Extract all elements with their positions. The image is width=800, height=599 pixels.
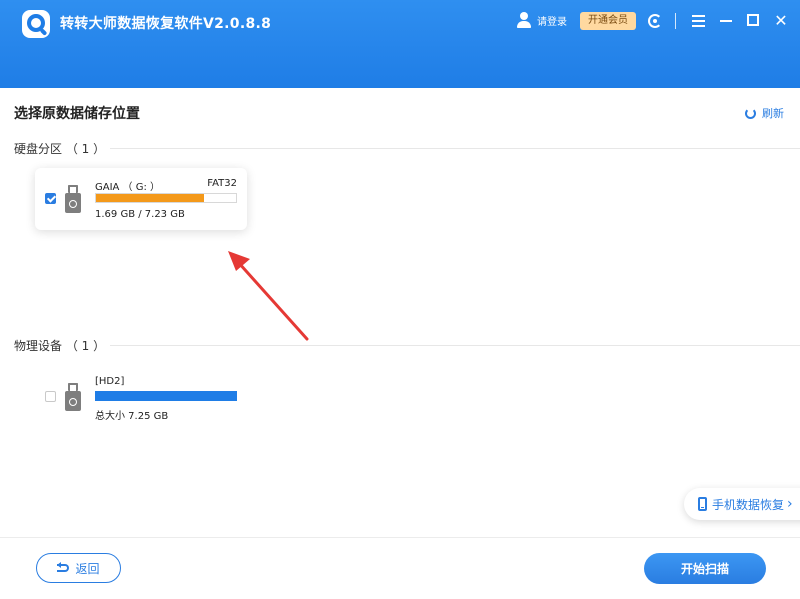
user-icon [517, 12, 531, 28]
section-divider [110, 148, 800, 149]
close-icon[interactable]: ✕ [772, 12, 790, 30]
partition-filesystem: FAT32 [207, 178, 237, 189]
refresh-label: 刷新 [762, 107, 784, 120]
device-checkbox[interactable] [45, 391, 56, 402]
partition-checkbox[interactable] [45, 193, 56, 204]
partition-usage-bar [95, 193, 237, 203]
device-card-hd2[interactable]: [HD2] 总大小 7.25 GB [35, 366, 247, 428]
partition-card-gaia[interactable]: GAIA （ G: ） FAT32 1.69 GB / 7.23 GB [35, 168, 247, 230]
annotation-arrow [228, 251, 309, 341]
page-title: 选择原数据储存位置 [14, 106, 140, 122]
vip-button[interactable]: 开通会员 [580, 12, 636, 30]
menu-icon[interactable] [690, 12, 708, 30]
devices-section-title: 物理设备 （ 1 ） [14, 339, 106, 353]
back-label: 返回 [75, 561, 100, 576]
maximize-icon[interactable] [745, 12, 763, 30]
login-button[interactable]: 请登录 [517, 12, 567, 28]
refresh-icon [745, 107, 756, 119]
partition-name: GAIA （ G: ） [95, 182, 161, 193]
app-title: 转转大师数据恢复软件V2.0.8.8 [60, 16, 272, 32]
start-scan-button[interactable]: 开始扫描 [644, 553, 766, 584]
partitions-section-title: 硬盘分区 （ 1 ） [14, 142, 106, 156]
phone-recovery-button[interactable]: 手机数据恢复 › [684, 488, 800, 520]
footer-divider [0, 537, 800, 538]
chevron-right-icon: › [787, 496, 793, 512]
device-usage-bar [95, 391, 237, 401]
title-bar: 转转大师数据恢复软件V2.0.8.8 请登录 开通会员 ✕ [0, 0, 800, 88]
header-divider [675, 13, 676, 29]
partition-size: 1.69 GB / 7.23 GB [95, 209, 185, 220]
back-button[interactable]: 返回 [36, 553, 121, 583]
device-name: [HD2] [95, 376, 125, 387]
partition-usage-fill [96, 194, 204, 202]
phone-icon [698, 497, 707, 511]
usb-drive-icon [65, 383, 81, 411]
login-label: 请登录 [537, 16, 567, 28]
app-logo [22, 10, 50, 38]
device-size: 总大小 7.25 GB [95, 411, 169, 422]
device-usage-fill [95, 391, 237, 401]
refresh-button[interactable]: 刷新 [745, 105, 784, 121]
phone-recovery-label: 手机数据恢复 [712, 497, 785, 512]
minimize-icon[interactable] [718, 12, 736, 30]
back-arrow-icon [57, 562, 70, 572]
section-divider [110, 345, 800, 346]
support-icon[interactable] [646, 12, 664, 30]
usb-drive-icon [65, 185, 81, 213]
